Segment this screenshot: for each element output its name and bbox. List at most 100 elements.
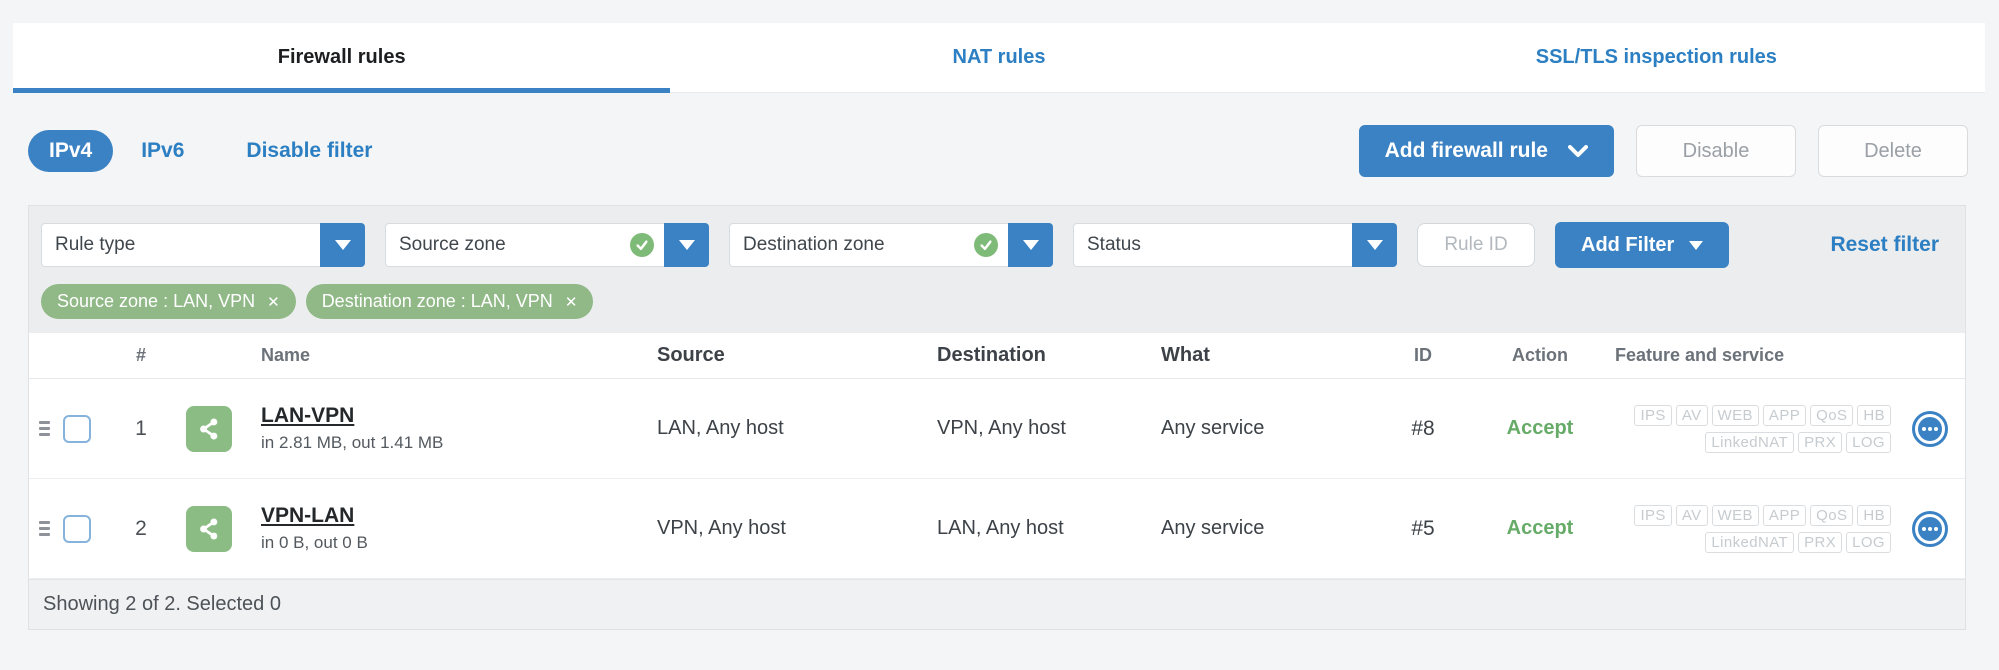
filter-dropdown-destination-zone: Destination zone: [729, 223, 1053, 267]
triangle-down-icon: [678, 240, 695, 250]
feature-badge: PRX: [1798, 531, 1843, 553]
reset-filter-link[interactable]: Reset filter: [1830, 233, 1947, 257]
rule-traffic-stats: in 2.81 MB, out 1.41 MB: [261, 433, 444, 452]
add-filter-label: Add Filter: [1581, 233, 1675, 256]
rule-action: Accept: [1506, 417, 1574, 439]
feature-badge: PRX: [1798, 431, 1843, 453]
rule-type-dropdown-button[interactable]: [320, 223, 365, 267]
row-menu-button[interactable]: [1912, 410, 1948, 447]
ipv6-toggle[interactable]: IPv6: [141, 139, 184, 163]
drag-handle-icon[interactable]: [39, 521, 50, 536]
delete-button[interactable]: Delete: [1818, 125, 1968, 177]
filter-area: Rule type Source zone Destination zone S…: [29, 206, 1965, 333]
drag-handle-icon[interactable]: [39, 421, 50, 436]
row-menu-button[interactable]: [1912, 510, 1948, 547]
toolbar: IPv4 IPv6 Disable filter Add firewall ru…: [28, 125, 1968, 177]
rule-type-label: Rule type: [55, 234, 136, 255]
triangle-down-icon: [334, 240, 351, 250]
destination-zone-field[interactable]: Destination zone: [729, 223, 1008, 267]
rule-name-link[interactable]: LAN-VPN: [261, 404, 354, 428]
rule-destination: LAN, Any host: [937, 517, 1064, 539]
triangle-down-icon: [1366, 240, 1383, 250]
disable-filter-link[interactable]: Disable filter: [246, 139, 372, 163]
rule-source: LAN, Any host: [657, 417, 784, 439]
status-field[interactable]: Status: [1073, 223, 1352, 267]
disable-button[interactable]: Disable: [1636, 125, 1796, 177]
showing-summary: Showing 2 of 2. Selected 0: [43, 593, 281, 615]
triangle-down-icon: [1689, 240, 1704, 250]
tab-label: NAT rules: [952, 46, 1046, 68]
tab-nat-rules[interactable]: NAT rules: [670, 23, 1327, 92]
rule-id-input[interactable]: [1417, 223, 1535, 267]
remove-chip-icon[interactable]: ✕: [267, 293, 280, 311]
feature-badge: APP: [1762, 404, 1807, 426]
table-row: 2 VPN-LAN in 0 B, out 0 B VPN, Any host …: [29, 479, 1965, 579]
chip-label: Destination zone : LAN, VPN: [321, 291, 553, 311]
rule-what: Any service: [1161, 517, 1265, 539]
chevron-down-icon: [1568, 144, 1588, 157]
feature-badge: APP: [1762, 504, 1807, 526]
rule-type-tabs: Firewall rules NAT rules SSL/TLS inspect…: [13, 23, 1985, 93]
status-label: Status: [1087, 234, 1141, 255]
feature-badges: IPS AV WEB APP QoS HB LinkedNAT PRX LOG: [1615, 404, 1891, 453]
feature-badge: IPS: [1634, 504, 1672, 526]
column-destination: Destination: [937, 344, 1046, 366]
filter-row: Rule type Source zone Destination zone S…: [41, 222, 1947, 268]
feature-badge: QoS: [1810, 404, 1854, 426]
feature-badge: LinkedNAT: [1705, 531, 1795, 553]
rule-traffic-stats: in 0 B, out 0 B: [261, 533, 368, 552]
ellipsis-icon: [1918, 516, 1942, 541]
feature-badge: LinkedNAT: [1705, 431, 1795, 453]
rules-panel: Rule type Source zone Destination zone S…: [28, 205, 1966, 630]
table-header: # Name Source Destination What ID Action…: [29, 333, 1965, 379]
ipv4-toggle[interactable]: IPv4: [28, 130, 114, 172]
feature-badge: LOG: [1846, 531, 1891, 553]
rule-name-link[interactable]: VPN-LAN: [261, 504, 354, 528]
destination-zone-label: Destination zone: [743, 234, 885, 255]
tab-firewall-rules[interactable]: Firewall rules: [13, 23, 671, 93]
feature-badge: WEB: [1711, 404, 1759, 426]
row-checkbox[interactable]: [63, 514, 91, 543]
traffic-share-icon: [186, 405, 232, 452]
feature-badge: WEB: [1711, 504, 1759, 526]
filter-dropdown-source-zone: Source zone: [385, 223, 709, 267]
add-filter-button[interactable]: Add Filter: [1555, 222, 1730, 268]
destination-zone-dropdown-button[interactable]: [1008, 223, 1053, 267]
feature-badge: AV: [1675, 404, 1708, 426]
table-footer: Showing 2 of 2. Selected 0: [29, 579, 1965, 629]
rule-type-field[interactable]: Rule type: [41, 223, 320, 267]
feature-badge: IPS: [1634, 404, 1672, 426]
rule-id: #8: [1411, 416, 1435, 440]
remove-chip-icon[interactable]: ✕: [565, 293, 578, 311]
feature-badges: IPS AV WEB APP QoS HB LinkedNAT PRX LOG: [1615, 504, 1891, 553]
source-zone-dropdown-button[interactable]: [664, 223, 709, 267]
column-id: ID: [1414, 345, 1432, 365]
tab-ssl-tls-inspection-rules[interactable]: SSL/TLS inspection rules: [1328, 23, 1985, 92]
row-checkbox[interactable]: [63, 414, 91, 443]
feature-badge: QoS: [1810, 504, 1854, 526]
tab-label: Firewall rules: [277, 46, 406, 68]
table-row: 1 LAN-VPN in 2.81 MB, out 1.41 MB LAN, A…: [29, 379, 1965, 479]
toolbar-actions: Add firewall rule Disable Delete: [1358, 125, 1968, 177]
triangle-down-icon: [1022, 240, 1039, 250]
traffic-share-icon: [186, 505, 232, 552]
source-zone-field[interactable]: Source zone: [385, 223, 664, 267]
filter-chip-destination-zone[interactable]: Destination zone : LAN, VPN ✕: [305, 284, 594, 319]
column-number: #: [135, 345, 146, 365]
active-filter-chips: Source zone : LAN, VPN ✕ Destination zon…: [41, 284, 1947, 319]
firewall-rules-page: Firewall rules NAT rules SSL/TLS inspect…: [0, 0, 1999, 670]
column-action: Action: [1512, 345, 1568, 365]
status-dropdown-button[interactable]: [1352, 223, 1397, 267]
check-circle-icon: [974, 233, 998, 257]
rule-destination: VPN, Any host: [937, 417, 1066, 439]
add-firewall-rule-button[interactable]: Add firewall rule: [1358, 125, 1614, 177]
column-source: Source: [657, 344, 725, 366]
column-name: Name: [261, 345, 311, 365]
rule-action: Accept: [1506, 517, 1574, 539]
feature-badge: LOG: [1846, 431, 1891, 453]
filter-chip-source-zone[interactable]: Source zone : LAN, VPN ✕: [41, 284, 296, 319]
ellipsis-icon: [1918, 416, 1942, 441]
column-what: What: [1161, 344, 1210, 366]
feature-badge: AV: [1675, 504, 1708, 526]
filter-dropdown-rule-type: Rule type: [41, 223, 365, 267]
